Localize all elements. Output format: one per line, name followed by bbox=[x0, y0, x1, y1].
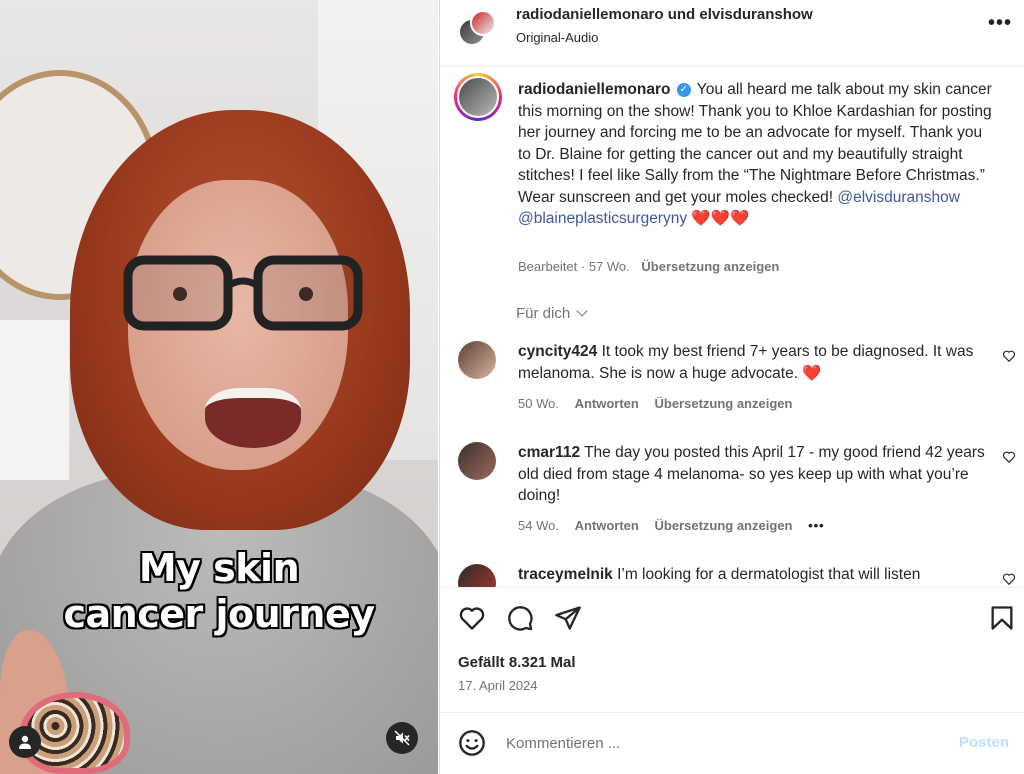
avatar[interactable] bbox=[470, 10, 496, 36]
post-actions: Gefällt 8.321 Mal 17. April 2024 bbox=[440, 587, 1024, 713]
person-mouth bbox=[205, 388, 301, 448]
tagged-profile-button[interactable] bbox=[9, 726, 41, 758]
comment-meta: 50 Wo. Antworten Übersetzung anzeigen bbox=[518, 396, 792, 411]
reply-button[interactable]: Antworten bbox=[575, 396, 639, 411]
background-cabinet bbox=[0, 320, 70, 480]
author-avatar[interactable] bbox=[454, 73, 502, 121]
comment-body: cmar112 The day you posted this April 17… bbox=[518, 442, 988, 507]
comment-filter-dropdown[interactable]: Für dich bbox=[516, 305, 588, 322]
comment-body: cyncity424 It took my best friend 7+ yea… bbox=[518, 341, 988, 384]
heart-icon[interactable] bbox=[458, 604, 486, 632]
heart-icon[interactable] bbox=[1002, 349, 1016, 363]
header-avatars[interactable] bbox=[458, 10, 496, 46]
comment-input[interactable] bbox=[506, 731, 926, 755]
chevron-down-icon bbox=[576, 305, 588, 317]
heart-icon[interactable] bbox=[1002, 450, 1016, 464]
post-date: 17. April 2024 bbox=[458, 678, 538, 693]
post-header: radiodaniellemonaro und elvisduranshow O… bbox=[440, 0, 1024, 66]
verified-icon: ✓ bbox=[676, 82, 691, 97]
video-caption: My skin cancer journey bbox=[0, 545, 438, 637]
comment-age: 50 Wo. bbox=[518, 396, 559, 411]
audio-link[interactable]: Original-Audio bbox=[516, 30, 598, 45]
comment-icon[interactable] bbox=[506, 604, 534, 632]
comment-meta: 54 Wo. Antworten Übersetzung anzeigen ••… bbox=[518, 518, 825, 533]
share-icon[interactable] bbox=[554, 604, 582, 632]
more-icon[interactable]: ••• bbox=[988, 12, 1012, 35]
translate-link[interactable]: Übersetzung anzeigen bbox=[654, 518, 792, 533]
translate-link[interactable]: Übersetzung anzeigen bbox=[654, 396, 792, 411]
post-button[interactable]: Posten bbox=[959, 734, 1009, 751]
avatar[interactable] bbox=[458, 341, 496, 379]
avatar[interactable] bbox=[458, 564, 496, 587]
post-caption-text: You all heard me talk about my skin canc… bbox=[518, 81, 992, 206]
caption-hearts: ❤️❤️❤️ bbox=[691, 210, 750, 227]
post-edited-age: Bearbeitet · 57 Wo. bbox=[518, 259, 630, 274]
reply-button[interactable]: Antworten bbox=[575, 518, 639, 533]
more-icon[interactable]: ••• bbox=[808, 518, 825, 533]
mention-link[interactable]: @elvisduranshow bbox=[837, 189, 960, 206]
mute-button[interactable] bbox=[386, 722, 418, 754]
comments-scroll-area[interactable]: radiodaniellemonaro ✓ You all heard me t… bbox=[440, 67, 1024, 587]
mention-link[interactable]: @blaineplasticsurgeryny bbox=[518, 210, 687, 227]
emoji-icon[interactable] bbox=[458, 729, 486, 757]
comment-username[interactable]: traceymelnik bbox=[518, 566, 613, 583]
reel-video[interactable]: My skin cancer journey bbox=[0, 0, 438, 774]
comment-text: I’m looking for a dermatologist that wil… bbox=[612, 566, 921, 583]
video-caption-line1: My skin bbox=[138, 546, 300, 590]
post-authors[interactable]: radiodaniellemonaro und elvisduranshow bbox=[516, 6, 813, 23]
person-glasses bbox=[123, 255, 363, 331]
mute-icon bbox=[394, 730, 410, 746]
video-caption-line2: cancer journey bbox=[63, 592, 375, 636]
comment-filter-label: Für dich bbox=[516, 305, 571, 322]
post-username[interactable]: radiodaniellemonaro bbox=[518, 81, 670, 98]
comment-username[interactable]: cmar112 bbox=[518, 444, 580, 461]
translate-link[interactable]: Übersetzung anzeigen bbox=[641, 259, 779, 274]
heart-icon[interactable] bbox=[1002, 572, 1016, 586]
comment-age: 54 Wo. bbox=[518, 518, 559, 533]
post-panel: radiodaniellemonaro und elvisduranshow O… bbox=[439, 0, 1024, 774]
post-caption: radiodaniellemonaro ✓ You all heard me t… bbox=[518, 79, 998, 230]
comment-username[interactable]: cyncity424 bbox=[518, 343, 597, 360]
comment-text: The day you posted this April 17 - my go… bbox=[518, 444, 985, 504]
post-meta: Bearbeitet · 57 Wo. Übersetzung anzeigen bbox=[518, 259, 779, 274]
bookmark-icon[interactable] bbox=[988, 604, 1016, 632]
likes-count[interactable]: Gefällt 8.321 Mal bbox=[458, 654, 576, 671]
avatar[interactable] bbox=[458, 442, 496, 480]
profile-icon bbox=[19, 735, 31, 749]
comment-body: traceymelnik I’m looking for a dermatolo… bbox=[518, 564, 988, 586]
comment-composer: Posten bbox=[440, 712, 1024, 774]
